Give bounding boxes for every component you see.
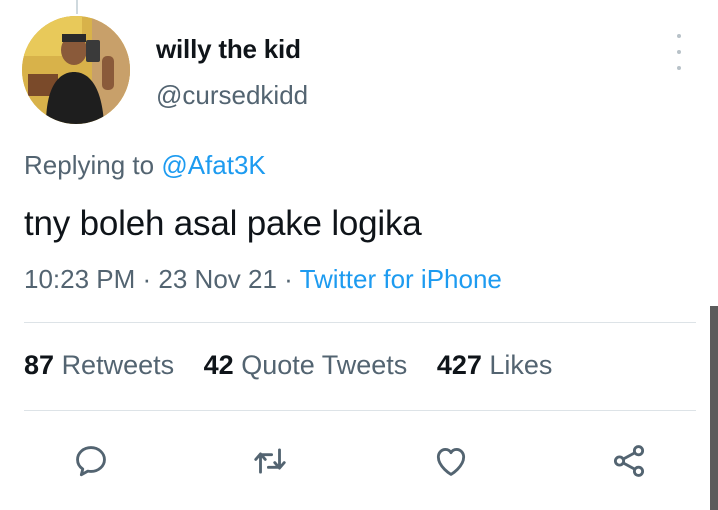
like-icon [436,448,466,476]
tweet-text: tny boleh asal pake logika [24,204,422,243]
more-options-icon[interactable] [668,34,690,70]
meta-separator: · [135,264,159,294]
retweet-icon [254,448,286,474]
retweet-button[interactable] [249,440,291,482]
tweet-time[interactable]: 10:23 PM [24,264,135,294]
tweet-source-link[interactable]: Twitter for iPhone [300,264,502,294]
likes-count: 427 [436,350,482,380]
quote-tweets-count: 42 [203,350,234,380]
likes-label: Likes [489,350,553,380]
quote-tweets-label: Quote Tweets [241,350,408,380]
share-button[interactable] [608,440,650,482]
dot [677,66,681,70]
reply-button[interactable] [70,440,112,482]
replying-to-label: Replying to [24,150,162,180]
tweet-meta: 10:23 PM · 23 Nov 21 · Twitter for iPhon… [24,264,502,295]
replying-to: Replying to @Afat3K [24,150,266,181]
scrollbar[interactable] [710,306,718,510]
thread-line [76,0,78,14]
reply-mention-link[interactable]: @Afat3K [161,150,265,180]
like-button[interactable] [430,440,472,482]
action-bar [0,440,718,482]
share-icon [613,445,645,477]
dot [677,34,681,38]
avatar[interactable] [22,16,130,124]
quote-tweets-stat[interactable]: 42 Quote Tweets [204,350,408,380]
reply-icon [76,446,106,477]
retweets-count: 87 [24,350,55,380]
author-name[interactable]: willy the kid [156,34,301,65]
likes-stat[interactable]: 427 Likes [437,350,553,380]
avatar-image [22,16,130,124]
author-handle[interactable]: @cursedkidd [156,80,308,111]
dot [677,50,681,54]
retweets-stat[interactable]: 87 Retweets [24,350,174,380]
meta-separator: · [276,264,300,294]
divider [24,322,696,323]
retweets-label: Retweets [61,350,175,380]
tweet-date[interactable]: 23 Nov 21 [158,264,277,294]
tweet-stats: 87 Retweets 42 Quote Tweets 427 Likes [24,350,574,381]
divider [24,410,696,411]
